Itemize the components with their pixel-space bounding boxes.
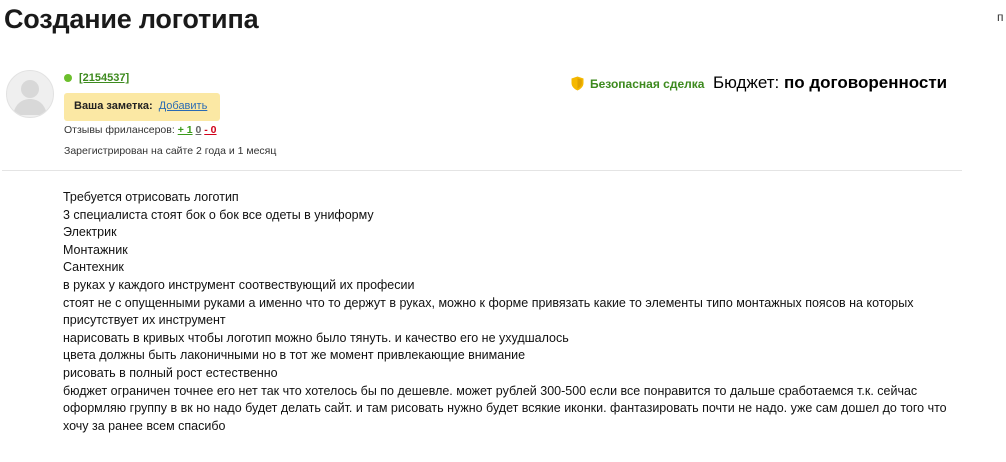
reviews-neutral-link[interactable]: 0 [196, 124, 202, 136]
description-line: рисовать в полный рост естественно [63, 365, 278, 380]
budget-label: Бюджет: [713, 73, 780, 92]
reviews-negative-link[interactable]: - 0 [204, 124, 216, 136]
description-line: бюджет ограничен точнее его нет так что … [63, 383, 951, 433]
description-line: стоят не с опущенными руками а именно чт… [63, 295, 917, 328]
description-line: Монтажник [63, 242, 128, 257]
note-box: Ваша заметка: Добавить [64, 93, 220, 121]
budget-value: по договоренности [783, 73, 948, 92]
online-status-icon [64, 74, 72, 82]
add-note-link[interactable]: Добавить [159, 100, 208, 112]
safe-deal-label: Безопасная сделка [590, 76, 705, 91]
page-title: Создание логотипа [4, 4, 259, 34]
reviews-label: Отзывы фрилансеров: [64, 124, 175, 136]
description-line: в руках у каждого инструмент соотвествую… [63, 277, 415, 292]
description-line: Сантехник [63, 260, 124, 275]
description-line: Электрик [63, 225, 117, 240]
author-id-link[interactable]: [2154537] [79, 72, 129, 84]
reviews-positive-link[interactable]: + 1 [178, 124, 193, 136]
project-description: Требуется отрисовать логотип 3 специалис… [63, 189, 963, 435]
freelancer-reviews: Отзывы фрилансеров: + 1 0 - 0 [64, 124, 217, 136]
avatar-placeholder-icon[interactable] [6, 70, 54, 118]
registration-info: Зарегистрирован на сайте 2 года и 1 меся… [64, 145, 277, 157]
divider [2, 170, 962, 171]
safe-deal-badge[interactable]: Безопасная сделка [571, 76, 704, 91]
description-line: 3 специалиста стоят бок о бок все одеты … [63, 207, 374, 222]
description-line: цвета должны быть лаконичными но в тот ж… [63, 348, 526, 363]
description-line: Требуется отрисовать логотип [63, 190, 239, 204]
budget: Бюджет: по договоренности [713, 73, 947, 93]
note-label: Ваша заметка: [74, 100, 153, 112]
description-line: нарисовать в кривых чтобы логотип можно … [63, 330, 569, 345]
shield-icon [571, 76, 584, 91]
cut-off-text: п [997, 10, 1004, 24]
